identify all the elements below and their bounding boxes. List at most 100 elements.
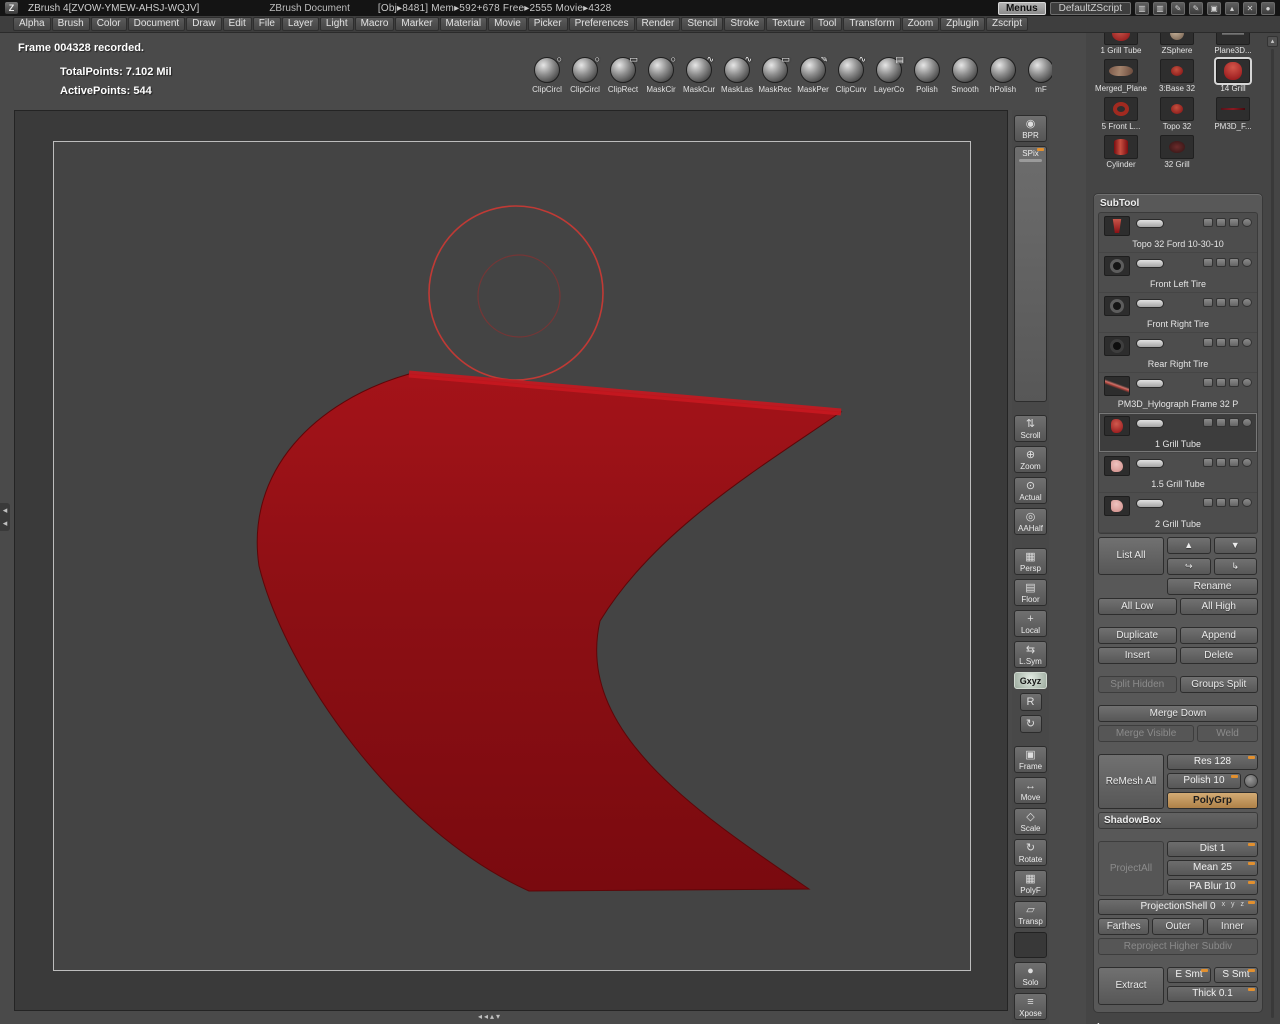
menu-item[interactable]: Tool	[812, 17, 842, 31]
tool-item[interactable]: Topo 32	[1149, 97, 1205, 135]
titlebar-icon-button[interactable]: ✎	[1171, 2, 1185, 15]
polygrp-button[interactable]: PolyGrp	[1167, 792, 1258, 809]
menu-item[interactable]: Draw	[186, 17, 221, 31]
menu-item[interactable]: Color	[91, 17, 127, 31]
menu-item[interactable]: Stroke	[724, 17, 765, 31]
brush-shelf-item[interactable]: ✎ MaskPer	[794, 57, 832, 103]
uv-icon[interactable]	[1216, 458, 1226, 467]
project-all-button[interactable]: ProjectAll	[1098, 841, 1164, 896]
scroll-left-icon[interactable]: ◂	[484, 1012, 488, 1021]
eye-icon[interactable]	[1242, 298, 1252, 307]
displacement-icon[interactable]	[1229, 498, 1239, 507]
eye-visibility-toggle[interactable]	[1136, 339, 1164, 348]
menu-item[interactable]: Material	[440, 17, 488, 31]
tool-item[interactable]: Merged_Plane	[1093, 59, 1149, 97]
all-high-button[interactable]: All High	[1180, 598, 1259, 615]
merge-down-button[interactable]: Merge Down	[1098, 705, 1258, 722]
paint-icon[interactable]	[1203, 418, 1213, 427]
menu-item[interactable]: Movie	[488, 17, 527, 31]
brush-shelf-item[interactable]: mF	[1022, 57, 1052, 103]
menu-item[interactable]: Marker	[395, 17, 438, 31]
weld-button[interactable]: Weld	[1197, 725, 1258, 742]
shadowbox-header[interactable]: ShadowBox	[1098, 812, 1258, 829]
titlebar-icon-button[interactable]: ●	[1261, 2, 1275, 15]
layers-palette-header[interactable]: Layers	[1093, 1020, 1263, 1024]
tool-item[interactable]: 5 Front L...	[1093, 97, 1149, 135]
tray-open-icon[interactable]: ◂	[0, 505, 10, 516]
uv-icon[interactable]	[1216, 498, 1226, 507]
eye-icon[interactable]	[1242, 458, 1252, 467]
right-shelf-button[interactable]	[1014, 932, 1047, 958]
mean-slider[interactable]: Mean 25	[1167, 860, 1258, 876]
subtool-header[interactable]: SubTool	[1098, 197, 1258, 212]
menu-item[interactable]: Macro	[355, 17, 395, 31]
displacement-icon[interactable]	[1229, 258, 1239, 267]
right-shelf-button[interactable]: + Local	[1014, 610, 1047, 637]
brush-shelf-item[interactable]: ○ ClipCircl	[528, 57, 566, 103]
titlebar-icon-button[interactable]: ▥	[1153, 2, 1167, 15]
list-all-button[interactable]: List All	[1098, 537, 1164, 575]
titlebar-icon-button[interactable]: ▥	[1135, 2, 1149, 15]
eye-visibility-toggle[interactable]	[1136, 459, 1164, 468]
uv-icon[interactable]	[1216, 418, 1226, 427]
remesh-all-button[interactable]: ReMesh All	[1098, 754, 1164, 809]
tool-item[interactable]: PM3D_F...	[1205, 97, 1261, 135]
uv-icon[interactable]	[1216, 218, 1226, 227]
scroll-left-icon[interactable]: ◂	[478, 1012, 482, 1021]
split-hidden-button[interactable]: Split Hidden	[1098, 676, 1177, 693]
right-shelf-button[interactable]: ▤ Floor	[1014, 579, 1047, 606]
brush-shelf-item[interactable]: ∿ MaskLas	[718, 57, 756, 103]
right-shelf-button[interactable]: ◇ Scale	[1014, 808, 1047, 835]
tray-scrollbar[interactable]	[1271, 49, 1274, 1018]
right-shelf-button[interactable]: R	[1020, 693, 1042, 711]
paint-icon[interactable]	[1203, 498, 1213, 507]
right-shelf-button[interactable]: ▦ PolyF	[1014, 870, 1047, 897]
eye-visibility-toggle[interactable]	[1136, 259, 1164, 268]
farthest-button[interactable]: Farthes	[1098, 918, 1149, 935]
left-tray-divider[interactable]: ◂ ◂	[0, 503, 10, 531]
brush-shelf-item[interactable]: ▭ ClipRect	[604, 57, 642, 103]
displacement-icon[interactable]	[1229, 378, 1239, 387]
right-shelf-button[interactable]: SPix	[1014, 146, 1047, 402]
brush-shelf-item[interactable]: ○ MaskCir	[642, 57, 680, 103]
eye-visibility-toggle[interactable]	[1136, 379, 1164, 388]
right-shelf-button[interactable]: ⊕ Zoom	[1014, 446, 1047, 473]
eye-icon[interactable]	[1242, 258, 1252, 267]
tool-item[interactable]: 32 Grill	[1149, 135, 1205, 173]
right-shelf-button[interactable]: ≡ Xpose	[1014, 993, 1047, 1020]
append-button[interactable]: Append	[1180, 627, 1259, 644]
thick-slider[interactable]: Thick 0.1	[1167, 986, 1258, 1002]
paint-icon[interactable]	[1203, 218, 1213, 227]
tool-item[interactable]: Plane3D...	[1205, 33, 1261, 59]
subtool-arrow-button[interactable]: ↪	[1167, 558, 1211, 575]
eye-visibility-toggle[interactable]	[1136, 299, 1164, 308]
paint-icon[interactable]	[1203, 258, 1213, 267]
displacement-icon[interactable]	[1229, 458, 1239, 467]
insert-button[interactable]: Insert	[1098, 647, 1177, 664]
menu-item[interactable]: Picker	[528, 17, 568, 31]
right-shelf-button[interactable]: ▱ Transp	[1014, 901, 1047, 928]
eye-visibility-toggle[interactable]	[1136, 499, 1164, 508]
subtool-arrow-button[interactable]: ▼	[1214, 537, 1258, 554]
brush-shelf-item[interactable]: ∿ ClipCurv	[832, 57, 870, 103]
subtool-row[interactable]: Rear Right Tire	[1099, 333, 1257, 373]
right-shelf-button[interactable]: ⇅ Scroll	[1014, 415, 1047, 442]
tool-item[interactable]: ZSphere	[1149, 33, 1205, 59]
brush-shelf-item[interactable]: Polish	[908, 57, 946, 103]
right-shelf-button[interactable]: ↻	[1020, 715, 1042, 733]
menu-item[interactable]: Brush	[52, 17, 90, 31]
brush-shelf-item[interactable]: Smooth	[946, 57, 984, 103]
subtool-row[interactable]: Front Left Tire	[1099, 253, 1257, 293]
brush-shelf-item[interactable]: hPolish	[984, 57, 1022, 103]
scroll-down-icon[interactable]: ▾	[496, 1012, 500, 1021]
right-shelf-button[interactable]: ◎ AAHalf	[1014, 508, 1047, 535]
right-shelf-button[interactable]: ⊙ Actual	[1014, 477, 1047, 504]
menu-item[interactable]: Zoom	[902, 17, 940, 31]
eye-icon[interactable]	[1242, 218, 1252, 227]
s-smt-toggle[interactable]: S Smt	[1214, 967, 1258, 983]
duplicate-button[interactable]: Duplicate	[1098, 627, 1177, 644]
right-shelf-button[interactable]: Gxyz	[1014, 672, 1047, 689]
polish-slider[interactable]: Polish 10	[1167, 773, 1241, 789]
eye-icon[interactable]	[1242, 378, 1252, 387]
subtool-arrow-button[interactable]: ↳	[1214, 558, 1258, 575]
